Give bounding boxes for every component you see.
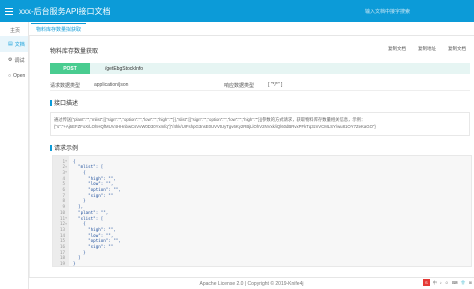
response-type-value: [ "*/*" ] — [268, 82, 283, 88]
code-text: } — [73, 261, 76, 267]
tray-emoji-icon[interactable]: ☺ — [445, 280, 449, 285]
main-content: 物料库存数量获取 复制文档 复制地址 复制文档 POST /getEbgStoc… — [29, 36, 474, 277]
app-title: xxx-后台服务API接口文档 — [19, 6, 111, 16]
api-actions: 复制文档 复制地址 复制文档 — [388, 46, 466, 52]
doc-icon: ▤ — [8, 41, 13, 47]
tray-sound-icon[interactable]: ♪ — [440, 280, 442, 285]
desc-heading: 接口描述 — [50, 98, 78, 107]
example-heading: 请求示例 — [50, 143, 78, 152]
content-type-row: 请求数据类型 application/json 响应数据类型 [ "*/*" ] — [50, 80, 470, 91]
sidebar-item-docs[interactable]: ▤ 文档 — [0, 36, 28, 52]
tab-api-active[interactable]: 物料库存数量拟获取 — [31, 23, 87, 35]
sidebar-item-label: 文档 — [14, 41, 25, 48]
method-badge: POST — [50, 63, 90, 74]
api-title: 物料库存数量获取 — [50, 49, 99, 55]
example-heading-text: 请求示例 — [54, 146, 79, 152]
code-editor[interactable]: 1 ▾{2 ▾ "mlist": [3 ▾ {4 "high": "", 5 "low"… — [52, 155, 472, 267]
response-type-label: 响应数据类型 — [224, 82, 255, 89]
sidebar-item-label: Open — [13, 73, 26, 79]
copy-doc-button[interactable]: 复制文档 — [388, 46, 406, 52]
sidebar-item-label: 调试 — [14, 57, 25, 64]
system-tray: S 中 ♪ ☺ ⌨ 👕 ⊞ — [422, 279, 472, 286]
fold-arrow-icon[interactable]: ▾ — [65, 170, 69, 174]
tab-home[interactable]: 主页 — [5, 24, 25, 36]
menu-toggle-icon[interactable] — [5, 5, 17, 17]
request-type-label: 请求数据类型 — [50, 82, 81, 89]
sidebar-item-open[interactable]: ○ Open — [0, 68, 28, 84]
footer: Apache License 2.0 | Copyright © 2019-Kn… — [29, 277, 474, 289]
fold-arrow-icon[interactable]: ▾ — [65, 222, 69, 226]
top-header: xxx-后台服务API接口文档 输入文档中接字搜索 — [0, 0, 474, 22]
code-line: 19} — [53, 261, 471, 267]
copy-doc-button-2[interactable]: 复制文档 — [448, 46, 466, 52]
tray-badge-icon[interactable]: S — [422, 279, 430, 286]
copy-address-button[interactable]: 复制地址 — [418, 46, 436, 52]
section-bar — [50, 144, 52, 151]
fold-arrow-icon[interactable]: ▾ — [65, 165, 69, 169]
tray-shirt-icon[interactable]: 👕 — [461, 280, 466, 285]
line-number: 19 — [59, 261, 65, 267]
section-bar — [50, 99, 52, 106]
search-input[interactable]: 输入文档中接字搜索 — [356, 5, 468, 17]
sidebar: ▤ 文档 ⚙ 调试 ○ Open — [0, 22, 29, 289]
tray-keyboard-icon[interactable]: ⌨ — [452, 280, 458, 285]
globe-icon: ⚙ — [8, 57, 13, 63]
endpoint-row: POST /getEbgStockInfo — [50, 63, 470, 74]
tray-grid-icon[interactable]: ⊞ — [469, 280, 472, 285]
tray-ime-icon[interactable]: 中 — [433, 280, 437, 286]
sidebar-item-debug[interactable]: ⚙ 调试 — [0, 52, 28, 68]
endpoint-path: /getEbgStockInfo — [105, 65, 144, 72]
fold-arrow-icon[interactable]: ▾ — [65, 159, 69, 163]
fold-arrow-icon[interactable]: ▾ — [65, 216, 69, 220]
tab-bar: 主页 物料库存数量拟获取 — [10, 22, 474, 36]
desc-text: 通过传送{"plant":"","mlist":[{"sign":"","opt… — [50, 112, 470, 136]
open-icon: ○ — [8, 73, 12, 79]
desc-heading-text: 接口描述 — [54, 101, 79, 107]
request-type-value: application/json — [94, 82, 129, 88]
